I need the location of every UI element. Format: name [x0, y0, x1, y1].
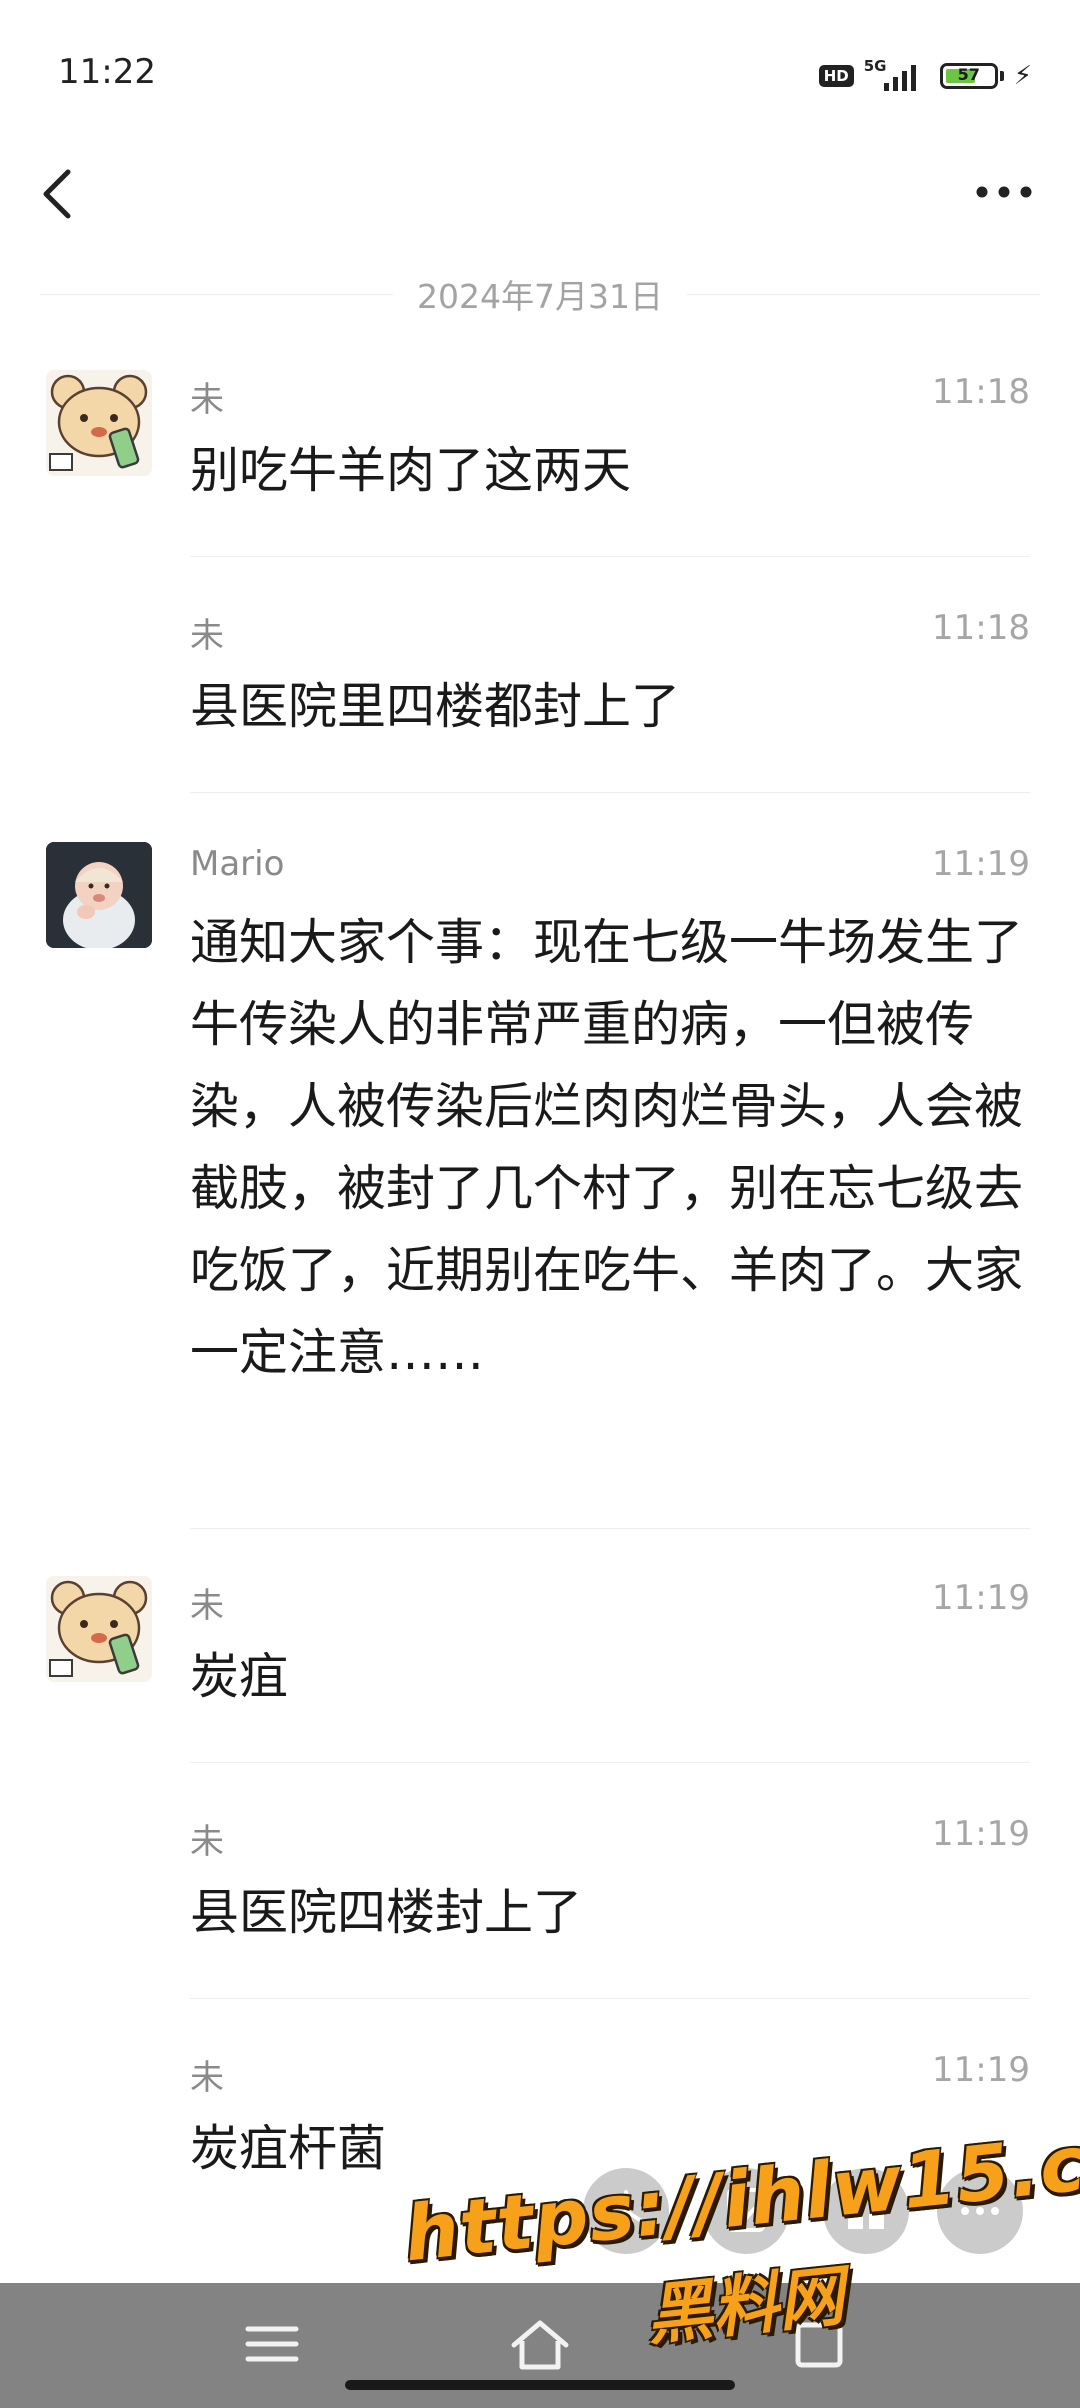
message-text: 通知大家个事：现在七级一牛场发生了牛传染人的非常严重的病，一但被传染，人被传染后…	[190, 914, 1024, 1381]
menu-icon[interactable]	[236, 2313, 308, 2375]
date-label: 2024年7月31日	[417, 277, 663, 316]
message-time: 11:19	[932, 1814, 1030, 1854]
chevron-left-icon[interactable]	[30, 158, 90, 228]
bear-avatar[interactable]	[46, 370, 152, 476]
battery-level: 57	[957, 65, 980, 84]
date-divider: 2024年7月31日	[40, 270, 1041, 318]
message-time: 11:19	[932, 2050, 1030, 2090]
message-time: 11:19	[932, 1578, 1030, 1618]
message-text: 别吃牛羊肉了这两天	[190, 442, 632, 499]
message-divider	[190, 1998, 1030, 1999]
app-bar	[0, 150, 1080, 234]
message-time: 11:19	[932, 844, 1030, 884]
message-text: 县医院里四楼都封上了	[190, 678, 681, 735]
battery-icon: 57	[939, 63, 998, 89]
sender-name: 未	[190, 616, 224, 656]
message-divider	[190, 792, 1030, 793]
message-text: 县医院四楼封上了	[190, 1884, 583, 1941]
message-time: 11:18	[932, 372, 1030, 412]
sender-name: Mario	[190, 844, 285, 884]
message-time: 11:18	[932, 608, 1030, 648]
bolt-icon: ⚡	[1013, 61, 1032, 91]
status-time: 11:22	[58, 52, 156, 92]
message-divider	[190, 1528, 1030, 1529]
status-bar: 11:22 HD 5G 57 ⚡	[0, 0, 1080, 150]
sender-name: 未	[190, 380, 224, 420]
baby-photo-avatar[interactable]	[46, 842, 152, 948]
message-divider	[190, 556, 1030, 557]
hd-icon: HD	[818, 65, 854, 87]
status-icons: HD 5G 57 ⚡	[818, 56, 1032, 96]
signal-icon: 5G	[864, 57, 930, 93]
bear-avatar[interactable]	[46, 1576, 152, 1682]
watermark-name: 黑料网	[642, 2257, 848, 2355]
sender-name: 未	[190, 1586, 224, 1626]
more-horizontal-icon[interactable]	[968, 164, 1040, 220]
message-text: 炭疽	[190, 1648, 289, 1705]
message-divider	[190, 1762, 1030, 1763]
sender-name: 未	[190, 2058, 224, 2098]
sender-name: 未	[190, 1822, 224, 1862]
